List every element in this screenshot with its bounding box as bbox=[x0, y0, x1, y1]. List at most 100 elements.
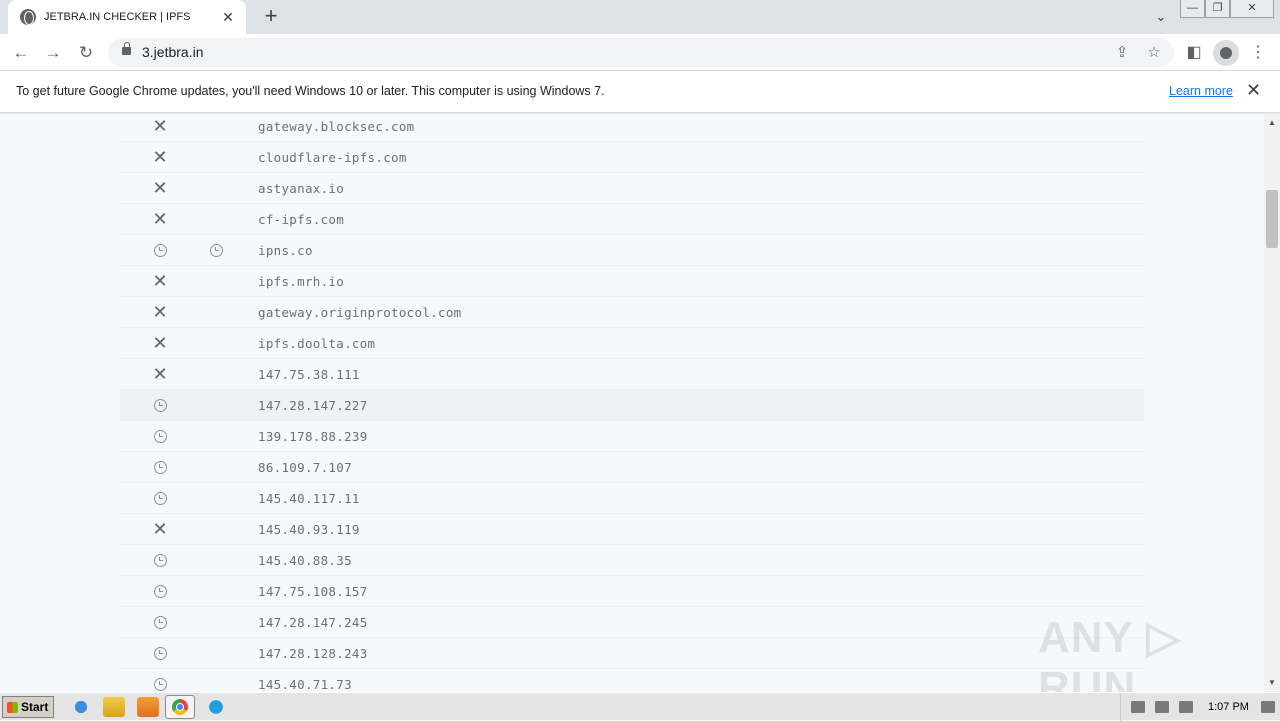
failed-x-icon: ✕ bbox=[152, 333, 168, 353]
browser-tab[interactable]: JETBRA.IN CHECKER | IPFS ✕ bbox=[8, 0, 246, 34]
gateway-list: ✕ gateway.blocksec.com ✕ cloudflare-ipfs.co… bbox=[120, 114, 1144, 692]
gateway-row: 145.40.71.73 bbox=[120, 669, 1144, 692]
reload-button[interactable]: ↻ bbox=[73, 40, 99, 66]
gateway-row: ✕ ipfs.mrh.io bbox=[120, 266, 1144, 297]
failed-x-icon: ✕ bbox=[152, 147, 168, 167]
gateway-row: 139.178.88.239 bbox=[120, 421, 1144, 452]
gateway-row: ✕ 145.40.93.119 bbox=[120, 514, 1144, 545]
url-text[interactable]: 3.jetbra.in bbox=[142, 44, 203, 60]
failed-x-icon: ✕ bbox=[152, 178, 168, 198]
browser-toolbar: ← → ↻ 3.jetbra.in ⇪ ☆ ◧ ⋮ bbox=[0, 34, 1280, 71]
menu-icon[interactable]: ⋮ bbox=[1245, 40, 1271, 66]
edge-icon[interactable] bbox=[205, 697, 227, 717]
gateway-host: 147.28.128.243 bbox=[258, 645, 368, 661]
infobar-close-icon[interactable]: ✕ bbox=[1246, 80, 1261, 101]
gateway-host: 145.40.117.11 bbox=[258, 490, 360, 506]
windows-taskbar: Start 1:07 PM bbox=[0, 692, 1280, 721]
show-desktop-icon[interactable] bbox=[1261, 701, 1275, 713]
gateway-row: 145.40.117.11 bbox=[120, 483, 1144, 514]
chrome-icon bbox=[172, 699, 188, 715]
chrome-taskbar-button[interactable] bbox=[165, 695, 195, 719]
gateway-row: ✕ astyanax.io bbox=[120, 173, 1144, 204]
globe-icon bbox=[20, 9, 36, 25]
bookmark-star-icon[interactable]: ☆ bbox=[1143, 42, 1165, 64]
window-controls: — ❐ ✕ bbox=[1180, 0, 1274, 18]
gateway-row: 86.109.7.107 bbox=[120, 452, 1144, 483]
pending-clock-icon bbox=[151, 582, 169, 600]
gateway-host: ipfs.mrh.io bbox=[258, 273, 345, 289]
gateway-host: 145.40.88.35 bbox=[258, 552, 352, 568]
tab-close-icon[interactable]: ✕ bbox=[220, 9, 236, 26]
gateway-host: 145.40.71.73 bbox=[258, 676, 352, 692]
failed-x-icon: ✕ bbox=[152, 302, 168, 322]
infobar-message: To get future Google Chrome updates, you… bbox=[16, 84, 605, 98]
pending-clock-icon bbox=[151, 241, 169, 259]
gateway-host: 147.28.147.245 bbox=[258, 614, 368, 630]
lock-icon[interactable] bbox=[122, 42, 131, 55]
pending-clock-icon bbox=[151, 489, 169, 507]
ie-icon[interactable] bbox=[70, 697, 92, 717]
failed-x-icon: ✕ bbox=[152, 519, 168, 539]
gateway-row: ipns.co bbox=[120, 235, 1144, 266]
minimize-button[interactable]: — bbox=[1180, 0, 1205, 18]
pending-clock-icon bbox=[151, 551, 169, 569]
window-close-button[interactable]: ✕ bbox=[1230, 0, 1274, 18]
pending-clock-icon bbox=[151, 613, 169, 631]
explorer-icon[interactable] bbox=[103, 697, 125, 717]
gateway-row: 145.40.88.35 bbox=[120, 545, 1144, 576]
start-button[interactable]: Start bbox=[2, 696, 54, 718]
learn-more-link[interactable]: Learn more bbox=[1169, 84, 1233, 98]
gateway-row: 147.28.147.227 bbox=[120, 390, 1144, 421]
profile-avatar[interactable] bbox=[1213, 40, 1239, 66]
new-tab-button[interactable]: + bbox=[258, 4, 284, 30]
share-icon[interactable]: ⇪ bbox=[1111, 42, 1133, 64]
page-content: ✕ gateway.blocksec.com ✕ cloudflare-ipfs.co… bbox=[0, 114, 1264, 692]
tab-title: JETBRA.IN CHECKER | IPFS bbox=[44, 11, 191, 23]
pending-clock-icon bbox=[151, 644, 169, 662]
gateway-row: ✕ cloudflare-ipfs.com bbox=[120, 142, 1144, 173]
pending-clock-icon bbox=[151, 675, 169, 692]
vertical-scrollbar[interactable]: ▲ ▼ bbox=[1264, 114, 1280, 692]
gateway-host: cf-ipfs.com bbox=[258, 211, 345, 227]
failed-x-icon: ✕ bbox=[152, 209, 168, 229]
gateway-host: 145.40.93.119 bbox=[258, 521, 360, 537]
gateway-host: 147.75.38.111 bbox=[258, 366, 360, 382]
gateway-host: ipns.co bbox=[258, 242, 313, 258]
gateway-host: astyanax.io bbox=[258, 180, 345, 196]
system-tray bbox=[1120, 693, 1280, 721]
speaker-icon[interactable] bbox=[1131, 701, 1145, 713]
scroll-up-arrow[interactable]: ▲ bbox=[1264, 116, 1280, 130]
address-bar[interactable]: 3.jetbra.in ⇪ ☆ bbox=[108, 38, 1174, 67]
pending-clock-icon bbox=[151, 458, 169, 476]
restore-button[interactable]: ❐ bbox=[1205, 0, 1230, 18]
update-infobar: To get future Google Chrome updates, you… bbox=[0, 71, 1280, 113]
gateway-host: cloudflare-ipfs.com bbox=[258, 149, 407, 165]
failed-x-icon: ✕ bbox=[152, 364, 168, 384]
gateway-host: 86.109.7.107 bbox=[258, 459, 352, 475]
pending-clock-icon bbox=[207, 241, 225, 259]
failed-x-icon: ✕ bbox=[152, 116, 168, 136]
gateway-row: ✕ gateway.originprotocol.com bbox=[120, 297, 1144, 328]
pending-clock-icon bbox=[151, 396, 169, 414]
gateway-row: 147.75.108.157 bbox=[120, 576, 1144, 607]
action-center-flag-icon[interactable] bbox=[1179, 701, 1193, 713]
media-player-icon[interactable] bbox=[137, 697, 159, 717]
gateway-row: 147.28.147.245 bbox=[120, 607, 1144, 638]
taskbar-clock: 1:07 PM bbox=[1208, 701, 1249, 713]
gateway-row: ✕ 147.75.38.111 bbox=[120, 359, 1144, 390]
tab-search-button[interactable]: ⌄ bbox=[1150, 6, 1172, 28]
gateway-host: gateway.originprotocol.com bbox=[258, 304, 462, 320]
gateway-host: gateway.blocksec.com bbox=[258, 118, 415, 134]
failed-x-icon: ✕ bbox=[152, 271, 168, 291]
gateway-host: 139.178.88.239 bbox=[258, 428, 368, 444]
pending-clock-icon bbox=[151, 427, 169, 445]
back-button[interactable]: ← bbox=[8, 40, 34, 66]
network-icon[interactable] bbox=[1155, 701, 1169, 713]
gateway-row: ✕ ipfs.doolta.com bbox=[120, 328, 1144, 359]
scroll-thumb[interactable] bbox=[1266, 190, 1278, 248]
gateway-host: 147.28.147.227 bbox=[258, 397, 368, 413]
side-panel-icon[interactable]: ◧ bbox=[1181, 40, 1207, 66]
forward-button[interactable]: → bbox=[40, 40, 66, 66]
tab-strip: JETBRA.IN CHECKER | IPFS ✕ + ⌄ — ❐ ✕ bbox=[0, 0, 1280, 34]
gateway-row: 147.28.128.243 bbox=[120, 638, 1144, 669]
